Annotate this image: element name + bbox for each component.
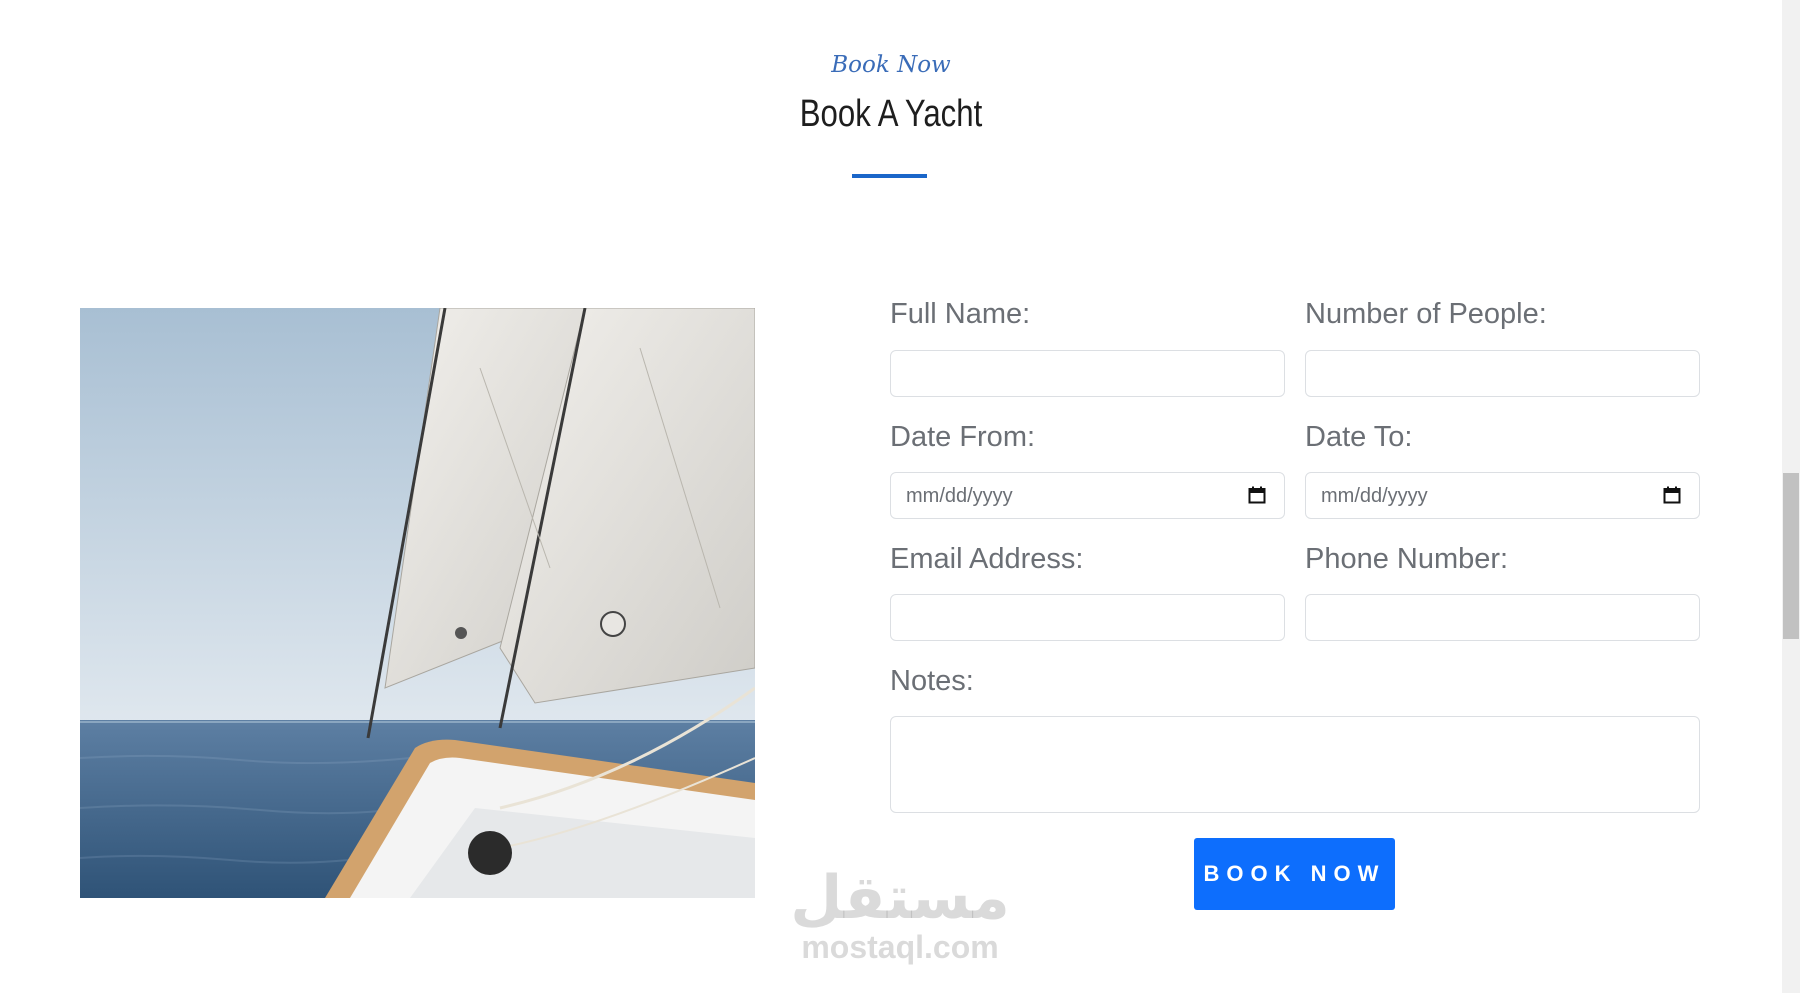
email-address-label: Email Address: bbox=[890, 543, 1084, 575]
title-underline bbox=[852, 174, 927, 178]
phone-number-input[interactable] bbox=[1305, 594, 1700, 641]
calendar-icon[interactable] bbox=[1663, 486, 1681, 504]
date-to-input[interactable]: mm/dd/yyyy bbox=[1305, 472, 1700, 519]
full-name-input[interactable] bbox=[890, 350, 1285, 397]
date-from-label: Date From: bbox=[890, 421, 1036, 453]
date-from-placeholder: mm/dd/yyyy bbox=[906, 485, 1013, 507]
book-now-button[interactable]: BOOK NOW bbox=[1194, 838, 1395, 910]
notes-label: Notes: bbox=[890, 665, 974, 697]
section-title: Book A Yacht bbox=[799, 93, 983, 135]
date-from-input[interactable]: mm/dd/yyyy bbox=[890, 472, 1285, 519]
date-to-placeholder: mm/dd/yyyy bbox=[1321, 485, 1428, 507]
scrollbar-thumb[interactable] bbox=[1783, 473, 1799, 639]
full-name-label: Full Name: bbox=[890, 298, 1031, 330]
email-address-input[interactable] bbox=[890, 594, 1285, 641]
section-eyebrow: Book Now bbox=[831, 52, 951, 78]
watermark-logo: مستقل bbox=[790, 863, 1010, 933]
sailboat-photo bbox=[80, 308, 755, 898]
notes-textarea[interactable] bbox=[890, 716, 1700, 813]
number-of-people-input[interactable] bbox=[1305, 350, 1700, 397]
watermark-site: mostaql.com bbox=[801, 929, 999, 965]
mostaql-watermark: مستقل mostaql.com bbox=[790, 866, 1010, 964]
calendar-icon[interactable] bbox=[1248, 486, 1266, 504]
number-of-people-label: Number of People: bbox=[1305, 298, 1547, 330]
phone-number-label: Phone Number: bbox=[1305, 543, 1509, 575]
scrollbar-track[interactable] bbox=[1782, 0, 1800, 993]
date-to-label: Date To: bbox=[1305, 421, 1413, 453]
